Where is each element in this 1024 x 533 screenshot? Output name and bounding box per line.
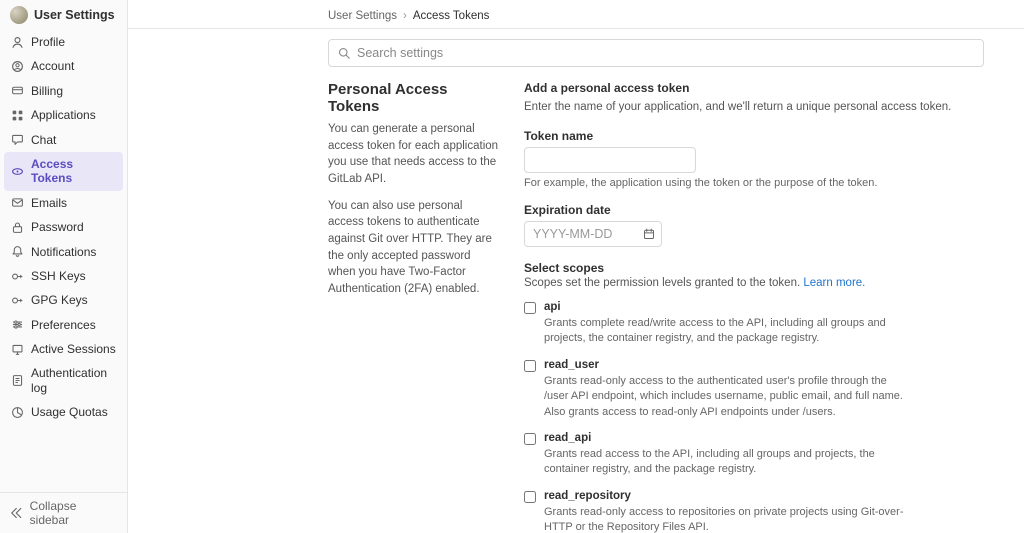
- scope-desc: Grants complete read/write access to the…: [544, 316, 914, 347]
- sidebar-item-label: GPG Keys: [31, 293, 88, 307]
- scope-read_user: read_user Grants read-only access to the …: [524, 359, 984, 420]
- sidebar-title: User Settings: [34, 8, 115, 22]
- token-name-input[interactable]: [524, 147, 696, 173]
- token-name-help: For example, the application using the t…: [524, 177, 984, 189]
- sidebar-item-applications[interactable]: Applications: [0, 103, 127, 127]
- scope-checkbox-read_repository[interactable]: [524, 491, 536, 503]
- sidebar-item-account[interactable]: Account: [0, 54, 127, 78]
- intro-paragraph: You can generate a personal access token…: [328, 121, 500, 188]
- usage-quotas-icon: [10, 405, 24, 419]
- form-sub: Enter the name of your application, and …: [524, 99, 984, 115]
- calendar-icon[interactable]: [643, 228, 655, 240]
- sidebar-item-label: Applications: [31, 108, 96, 122]
- sidebar-item-label: SSH Keys: [31, 269, 86, 283]
- emails-icon: [10, 196, 24, 210]
- scope-checkbox-api[interactable]: [524, 302, 536, 314]
- applications-icon: [10, 108, 24, 122]
- scope-read_repository: read_repository Grants read-only access t…: [524, 490, 984, 533]
- expiration-date-input[interactable]: [524, 221, 662, 247]
- scopes-help: Scopes set the permission levels granted…: [524, 277, 984, 289]
- sidebar: User Settings Profile Account Billing Appli…: [0, 0, 128, 533]
- sidebar-item-active-sessions[interactable]: Active Sessions: [0, 337, 127, 361]
- password-icon: [10, 220, 24, 234]
- billing-icon: [10, 84, 24, 98]
- scope-api: api Grants complete read/write access to …: [524, 301, 984, 347]
- scope-desc: Grants read-only access to the authentic…: [544, 374, 914, 420]
- breadcrumb-item[interactable]: User Settings: [328, 10, 397, 22]
- intro-paragraph: You can also use personal access tokens …: [328, 198, 500, 298]
- sidebar-item-emails[interactable]: Emails: [0, 191, 127, 215]
- auth-log-icon: [10, 374, 24, 388]
- sidebar-item-label: Notifications: [31, 245, 96, 259]
- gpg-keys-icon: [10, 293, 24, 307]
- access-tokens-icon: [10, 164, 24, 178]
- avatar: [10, 6, 28, 24]
- breadcrumb-item[interactable]: Access Tokens: [413, 10, 490, 22]
- scope-desc: Grants read access to the API, including…: [544, 447, 914, 478]
- page-title: Personal Access Tokens: [328, 81, 500, 115]
- scope-name: read_api: [544, 432, 591, 444]
- sidebar-header: User Settings: [0, 0, 127, 30]
- account-icon: [10, 60, 24, 74]
- intro-column: Personal Access Tokens You can generate …: [328, 81, 500, 533]
- breadcrumb: User Settings › Access Tokens: [328, 10, 984, 22]
- sidebar-item-label: Account: [31, 59, 74, 73]
- form-column: Add a personal access token Enter the na…: [524, 81, 984, 533]
- main-content: User Settings › Access Tokens Personal A…: [128, 0, 1024, 533]
- notifications-icon: [10, 245, 24, 259]
- sidebar-item-profile[interactable]: Profile: [0, 30, 127, 54]
- scope-name: read_repository: [544, 490, 631, 502]
- search-icon: [338, 47, 350, 59]
- sidebar-item-label: Password: [31, 220, 84, 234]
- chat-icon: [10, 133, 24, 147]
- sidebar-item-preferences[interactable]: Preferences: [0, 313, 127, 337]
- sidebar-item-label: Chat: [31, 133, 56, 147]
- scopes-heading: Select scopes: [524, 261, 984, 275]
- sidebar-item-billing[interactable]: Billing: [0, 79, 127, 103]
- form-heading: Add a personal access token: [524, 81, 984, 95]
- sidebar-item-usage-quotas[interactable]: Usage Quotas: [0, 400, 127, 424]
- search-settings-input[interactable]: [328, 39, 984, 67]
- breadcrumb-separator: ›: [403, 10, 407, 22]
- sidebar-item-label: Emails: [31, 196, 67, 210]
- profile-icon: [10, 35, 24, 49]
- sidebar-item-label: Active Sessions: [31, 342, 116, 356]
- divider: [128, 28, 1024, 29]
- sidebar-item-label: Profile: [31, 35, 65, 49]
- sidebar-item-label: Billing: [31, 84, 63, 98]
- active-sessions-icon: [10, 342, 24, 356]
- scope-name: api: [544, 301, 561, 313]
- scope-read_api: read_api Grants read access to the API, i…: [524, 432, 984, 478]
- sidebar-item-chat[interactable]: Chat: [0, 128, 127, 152]
- sidebar-item-notifications[interactable]: Notifications: [0, 240, 127, 264]
- learn-more-link[interactable]: Learn more.: [803, 277, 865, 289]
- collapse-sidebar-button[interactable]: Collapse sidebar: [0, 492, 127, 533]
- scope-checkbox-read_api[interactable]: [524, 433, 536, 445]
- scope-name: read_user: [544, 359, 599, 371]
- sidebar-item-label: Usage Quotas: [31, 405, 108, 419]
- search-wrap: [328, 39, 984, 67]
- expiration-date-label: Expiration date: [524, 203, 984, 217]
- scopes-list: api Grants complete read/write access to …: [524, 301, 984, 533]
- scope-checkbox-read_user[interactable]: [524, 360, 536, 372]
- sidebar-item-label: Authentication log: [31, 366, 117, 395]
- sidebar-item-label: Preferences: [31, 318, 96, 332]
- sidebar-item-ssh-keys[interactable]: SSH Keys: [0, 264, 127, 288]
- preferences-icon: [10, 318, 24, 332]
- scope-desc: Grants read-only access to repositories …: [544, 505, 914, 533]
- sidebar-item-label: Access Tokens: [31, 157, 117, 186]
- sidebar-item-authentication-log[interactable]: Authentication log: [0, 361, 127, 400]
- collapse-icon: [10, 506, 24, 520]
- sidebar-item-access-tokens[interactable]: Access Tokens: [4, 152, 123, 191]
- collapse-label: Collapse sidebar: [30, 499, 117, 527]
- sidebar-item-password[interactable]: Password: [0, 215, 127, 239]
- sidebar-item-gpg-keys[interactable]: GPG Keys: [0, 288, 127, 312]
- token-name-label: Token name: [524, 129, 984, 143]
- ssh-keys-icon: [10, 269, 24, 283]
